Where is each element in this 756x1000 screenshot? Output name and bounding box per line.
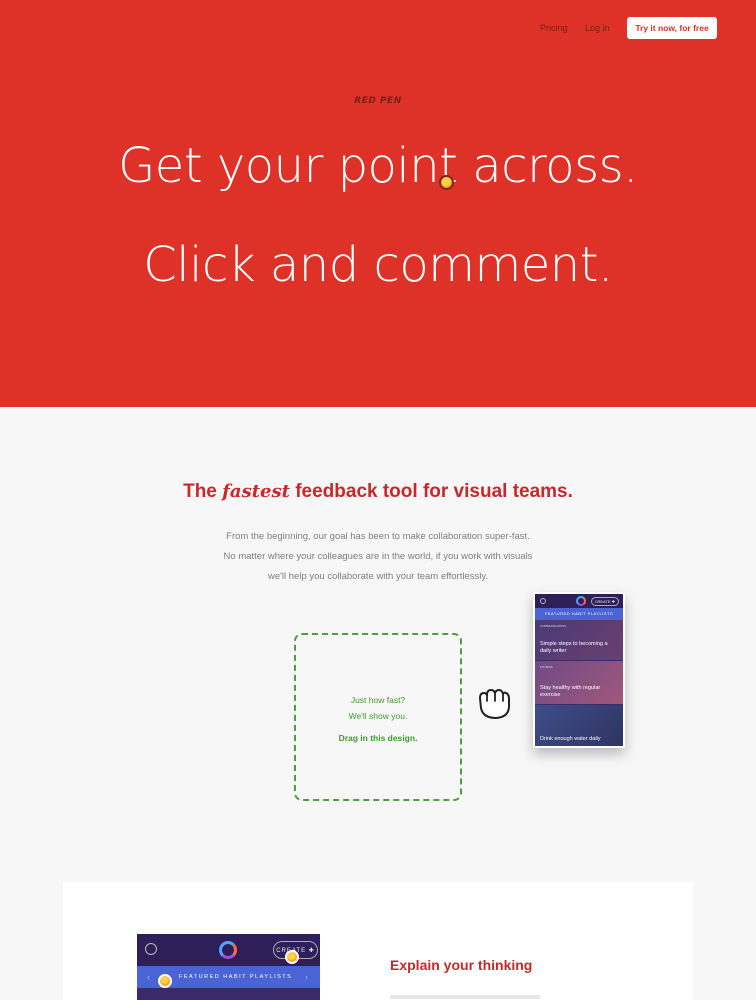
hero-headline-1: Get your point across. (118, 138, 638, 194)
ring-logo-icon (219, 941, 237, 959)
phone-header: CREATE ✚ (535, 594, 623, 608)
comment-pin-icon (439, 175, 454, 190)
phone-card-text: Drink enough water daily (540, 736, 601, 742)
title-emphasis: fastest (222, 481, 290, 502)
intro-line-2: No matter where your colleagues are in t… (223, 551, 533, 562)
title-before: The (183, 481, 217, 502)
intro-line-3: we'll help you collaborate with your tea… (267, 571, 489, 582)
gear-icon (540, 598, 546, 604)
section-title: The fastest feedback tool for visual tea… (0, 481, 756, 503)
nav-login-link[interactable]: Log in (585, 23, 610, 33)
comment-pin-icon[interactable] (158, 974, 172, 988)
chevron-right-icon: › (305, 972, 310, 982)
title-after: feedback tool for visual teams. (295, 481, 573, 502)
comment-pin-icon[interactable] (285, 950, 299, 964)
phone-create-button: CREATE ✚ (590, 597, 619, 606)
draggable-design-thumbnail[interactable]: CREATE ✚ FEATURED HABIT PLAYLISTS COMMUN… (533, 592, 625, 748)
design-dropzone[interactable]: Just how fast? We'll show you. Drag in t… (294, 633, 462, 801)
dropzone-line-2: We'll show you. (348, 711, 408, 721)
phone-card: FITNESS Stay healthy with regular exerci… (535, 661, 623, 704)
phone-card: COMMUNICATION Simple steps to becoming a… (535, 620, 623, 660)
feature-title: Explain your thinking (390, 957, 533, 973)
chevron-left-icon: ‹ (147, 972, 152, 982)
brand-logo: RED PEN (354, 96, 402, 106)
intro-line-1: From the beginning, our goal has been to… (226, 531, 530, 542)
phone-card-text: Stay healthy with regular exercise (540, 685, 601, 698)
phone-card-label: COMMUNICATION (540, 624, 566, 628)
nav-pricing-link[interactable]: Pricing (540, 23, 568, 33)
feature-card: CREATE ✚ ‹ FEATURED HABIT PLAYLISTS › Ex… (63, 882, 693, 1000)
phone-card-text: Simple steps to becoming a daily writer (540, 641, 608, 654)
dropzone-action: Drag in this design. (338, 733, 418, 743)
feature-text-placeholder (390, 995, 540, 999)
feature-screenshot: CREATE ✚ ‹ FEATURED HABIT PLAYLISTS › (137, 934, 320, 1000)
try-free-button[interactable]: Try it now, for free (627, 17, 717, 39)
phone-card-label: FITNESS (540, 665, 553, 669)
hero-headline-2: Click and comment. (143, 237, 613, 293)
screenshot-band-label: FEATURED HABIT PLAYLISTS (179, 974, 293, 980)
dropzone-line-1: Just how fast? (350, 695, 406, 705)
hero-section: Pricing Log in Try it now, for free RED … (0, 0, 756, 407)
phone-band: FEATURED HABIT PLAYLISTS (535, 608, 623, 620)
ring-logo-icon (576, 596, 586, 606)
gear-icon (145, 943, 157, 955)
phone-card: Drink enough water daily (535, 705, 623, 746)
grab-hand-icon (479, 689, 510, 719)
